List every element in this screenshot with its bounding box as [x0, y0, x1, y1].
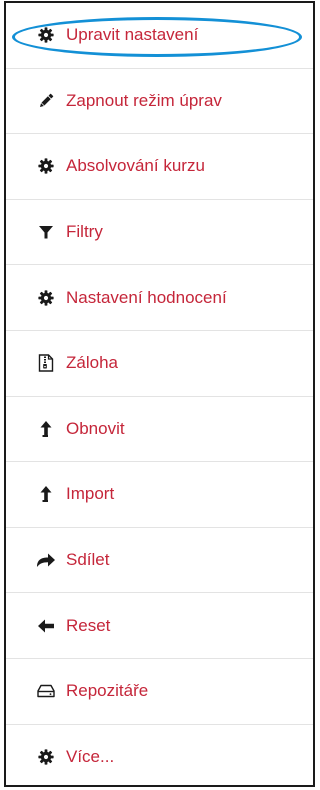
archive-file-icon [36, 353, 56, 373]
menu-item-reset[interactable]: Reset [6, 593, 313, 659]
menu-item-label[interactable]: Záloha [66, 353, 118, 373]
menu-item-label[interactable]: Absolvování kurzu [66, 156, 205, 176]
menu-item-restore[interactable]: Obnovit [6, 397, 313, 463]
menu-item-gradebook-setup[interactable]: Nastavení hodnocení [6, 265, 313, 331]
share-arrow-icon [36, 550, 56, 570]
pencil-icon [36, 91, 56, 111]
arrow-left-icon [36, 616, 56, 636]
menu-item-share[interactable]: Sdílet [6, 528, 313, 594]
menu-item-backup[interactable]: Záloha [6, 331, 313, 397]
gear-icon [36, 156, 56, 176]
menu-item-edit-mode[interactable]: Zapnout režim úprav [6, 69, 313, 135]
upload-arrow-icon [36, 484, 56, 504]
gear-icon [36, 747, 56, 767]
filter-icon [36, 222, 56, 242]
menu-item-more[interactable]: Více... [6, 725, 313, 790]
menu-item-course-completion[interactable]: Absolvování kurzu [6, 134, 313, 200]
hard-drive-icon [36, 681, 56, 701]
menu-item-label[interactable]: Filtry [66, 222, 103, 242]
admin-menu-list: Upravit nastavení Zapnout režim úprav Ab… [6, 3, 313, 790]
upload-arrow-icon [36, 419, 56, 439]
menu-item-label[interactable]: Více... [66, 747, 114, 767]
menu-item-label[interactable]: Obnovit [66, 419, 125, 439]
gear-icon [36, 288, 56, 308]
course-admin-menu: Upravit nastavení Zapnout režim úprav Ab… [4, 1, 315, 787]
menu-item-import[interactable]: Import [6, 462, 313, 528]
menu-item-label[interactable]: Zapnout režim úprav [66, 91, 222, 111]
menu-item-filters[interactable]: Filtry [6, 200, 313, 266]
menu-item-edit-settings[interactable]: Upravit nastavení [6, 3, 313, 69]
menu-item-repositories[interactable]: Repozitáře [6, 659, 313, 725]
menu-item-label[interactable]: Reset [66, 616, 110, 636]
menu-item-label[interactable]: Repozitáře [66, 681, 148, 701]
menu-item-label[interactable]: Sdílet [66, 550, 109, 570]
gear-icon [36, 25, 56, 45]
menu-item-label[interactable]: Nastavení hodnocení [66, 288, 227, 308]
menu-item-label[interactable]: Upravit nastavení [66, 25, 198, 45]
menu-item-label[interactable]: Import [66, 484, 114, 504]
